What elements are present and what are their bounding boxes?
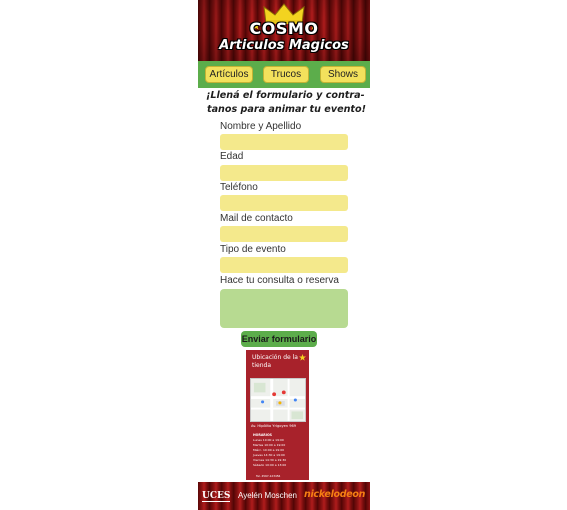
- message-textarea[interactable]: [220, 289, 348, 328]
- submit-button[interactable]: Enviar formulario: [241, 331, 317, 347]
- event-type-input[interactable]: [220, 257, 348, 273]
- phone-label: Teléfono: [220, 182, 258, 193]
- store-phone: Tel. 4567-123456: [256, 474, 281, 478]
- store-hours-row: Sábado 10:00 a 13:00: [253, 463, 287, 467]
- author-name: Ayelén Moschen: [238, 491, 297, 500]
- phone-input[interactable]: [220, 195, 348, 211]
- age-label: Edad: [220, 151, 244, 162]
- store-card-title: Ubicación de la tienda: [252, 354, 298, 369]
- site-header: COSMO Articulos Magicos: [198, 0, 370, 61]
- event-type-label: Tipo de evento: [220, 244, 286, 255]
- email-input[interactable]: [220, 226, 348, 242]
- store-map[interactable]: [250, 378, 306, 422]
- form-heading-line2: tanos para animar tu evento!: [207, 104, 366, 115]
- mobile-page: COSMO Articulos Magicos Artículos Trucos…: [198, 0, 370, 510]
- store-location-card: Ubicación de la tienda Av. Hipólito Yrig…: [246, 350, 309, 480]
- form-heading-line1: ¡Llená el formulario y contra-: [206, 90, 365, 101]
- name-input[interactable]: [220, 134, 348, 150]
- nickelodeon-logo[interactable]: nickelodeon: [304, 489, 365, 500]
- form-heading: ¡Llená el formulario y contra- tanos par…: [206, 89, 368, 117]
- uces-logo: UCES: [202, 491, 231, 502]
- star-icon: [299, 354, 306, 361]
- store-hours-list: Lunes 10:00 a 19:00 Martes 10:00 a 19:00…: [253, 438, 303, 468]
- nav-trucos-button[interactable]: Trucos: [263, 66, 309, 83]
- store-address: Av. Hipólito Yrigoyen 969: [251, 424, 297, 428]
- nav-articulos-button[interactable]: Artículos: [205, 66, 253, 83]
- email-label: Mail de contacto: [220, 213, 293, 224]
- message-label: Hace tu consulta o reserva: [220, 275, 339, 286]
- name-label: Nombre y Apellido: [220, 121, 302, 132]
- age-input[interactable]: [220, 165, 348, 181]
- nav-shows-button[interactable]: Shows: [320, 66, 366, 83]
- site-footer: UCES Ayelén Moschen nickelodeon: [198, 482, 370, 510]
- logo-subtitle: Articulos Magicos: [219, 38, 349, 53]
- store-hours-title: HORARIOS: [253, 433, 272, 437]
- main-nav: Artículos Trucos Shows: [198, 61, 370, 88]
- logo-title: COSMO: [249, 19, 319, 38]
